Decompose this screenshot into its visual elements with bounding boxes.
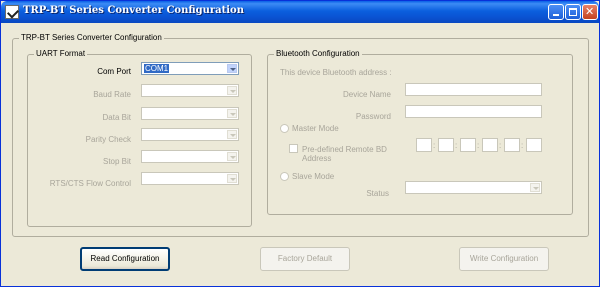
chevron-down-icon[interactable] — [227, 174, 237, 183]
chevron-down-icon[interactable] — [227, 64, 237, 73]
bd-address-octet-1[interactable] — [416, 138, 432, 152]
window-title: TRP-BT Series Converter Configuration — [23, 5, 244, 16]
slave-mode-radio[interactable] — [280, 172, 289, 181]
com-port-select[interactable]: COM1 — [141, 62, 239, 75]
com-port-label: Com Port — [97, 67, 131, 76]
device-name-label: Device Name — [342, 90, 391, 99]
chevron-down-icon[interactable] — [530, 183, 540, 192]
read-configuration-button[interactable]: Read Configuration — [80, 247, 170, 271]
bluetooth-config-title: Bluetooth Configuration — [274, 49, 362, 58]
baud-rate-select[interactable] — [141, 84, 239, 97]
status-label: Status — [366, 189, 389, 198]
parity-check-label: Parity Check — [85, 135, 131, 144]
predefined-bd-checkbox[interactable] — [289, 144, 298, 153]
bd-address-octet-3[interactable] — [460, 138, 476, 152]
master-mode-label: Master Mode — [292, 124, 339, 133]
bd-address-separator: : — [521, 141, 524, 150]
bd-address-separator: : — [433, 141, 436, 150]
bd-address-separator: : — [455, 141, 458, 150]
app-window: TRP-BT Series Converter Configuration ✕ … — [0, 0, 600, 287]
stop-bit-label: Stop Bit — [102, 157, 131, 166]
bt-address-label: This device Bluetooth address : — [280, 68, 392, 77]
chevron-down-icon[interactable] — [227, 86, 237, 95]
data-bit-select[interactable] — [141, 107, 239, 120]
com-port-value: COM1 — [144, 64, 170, 73]
close-button[interactable]: ✕ — [582, 4, 598, 20]
password-input[interactable] — [405, 105, 542, 118]
stop-bit-select[interactable] — [141, 150, 239, 163]
minimize-button[interactable] — [548, 4, 564, 20]
chevron-down-icon[interactable] — [227, 109, 237, 118]
title-bar[interactable]: TRP-BT Series Converter Configuration ✕ — [1, 1, 599, 23]
close-icon: ✕ — [585, 5, 595, 18]
password-label: Password — [355, 112, 391, 121]
bd-address-octet-4[interactable] — [482, 138, 498, 152]
uart-format-title: UART Format — [34, 49, 88, 58]
data-bit-label: Data Bit — [102, 113, 131, 122]
bd-address-octet-5[interactable] — [504, 138, 520, 152]
bd-address-separator: : — [499, 141, 502, 150]
write-configuration-button[interactable]: Write Configuration — [459, 247, 549, 271]
flow-control-select[interactable] — [141, 172, 239, 185]
flow-control-label: RTS/CTS Flow Control — [49, 179, 131, 188]
parity-check-select[interactable] — [141, 128, 239, 141]
bd-address-octet-2[interactable] — [438, 138, 454, 152]
maximize-icon — [569, 8, 577, 16]
status-select[interactable] — [405, 181, 542, 194]
minimize-icon — [553, 14, 559, 16]
bd-address-octet-6[interactable] — [526, 138, 542, 152]
chevron-down-icon[interactable] — [227, 130, 237, 139]
slave-mode-label: Slave Mode — [292, 172, 335, 181]
main-config-group-title: TRP-BT Series Converter Configuration — [19, 33, 164, 42]
device-name-input[interactable] — [405, 83, 542, 96]
chevron-down-icon[interactable] — [227, 152, 237, 161]
bd-address-separator: : — [477, 141, 480, 150]
baud-rate-label: Baud Rate — [93, 90, 131, 99]
maximize-button[interactable] — [565, 4, 581, 20]
predefined-bd-label: Pre-defined Remote BD Address — [302, 145, 387, 163]
app-icon — [5, 5, 19, 19]
master-mode-radio[interactable] — [280, 124, 289, 133]
factory-default-button[interactable]: Factory Default — [260, 247, 350, 271]
